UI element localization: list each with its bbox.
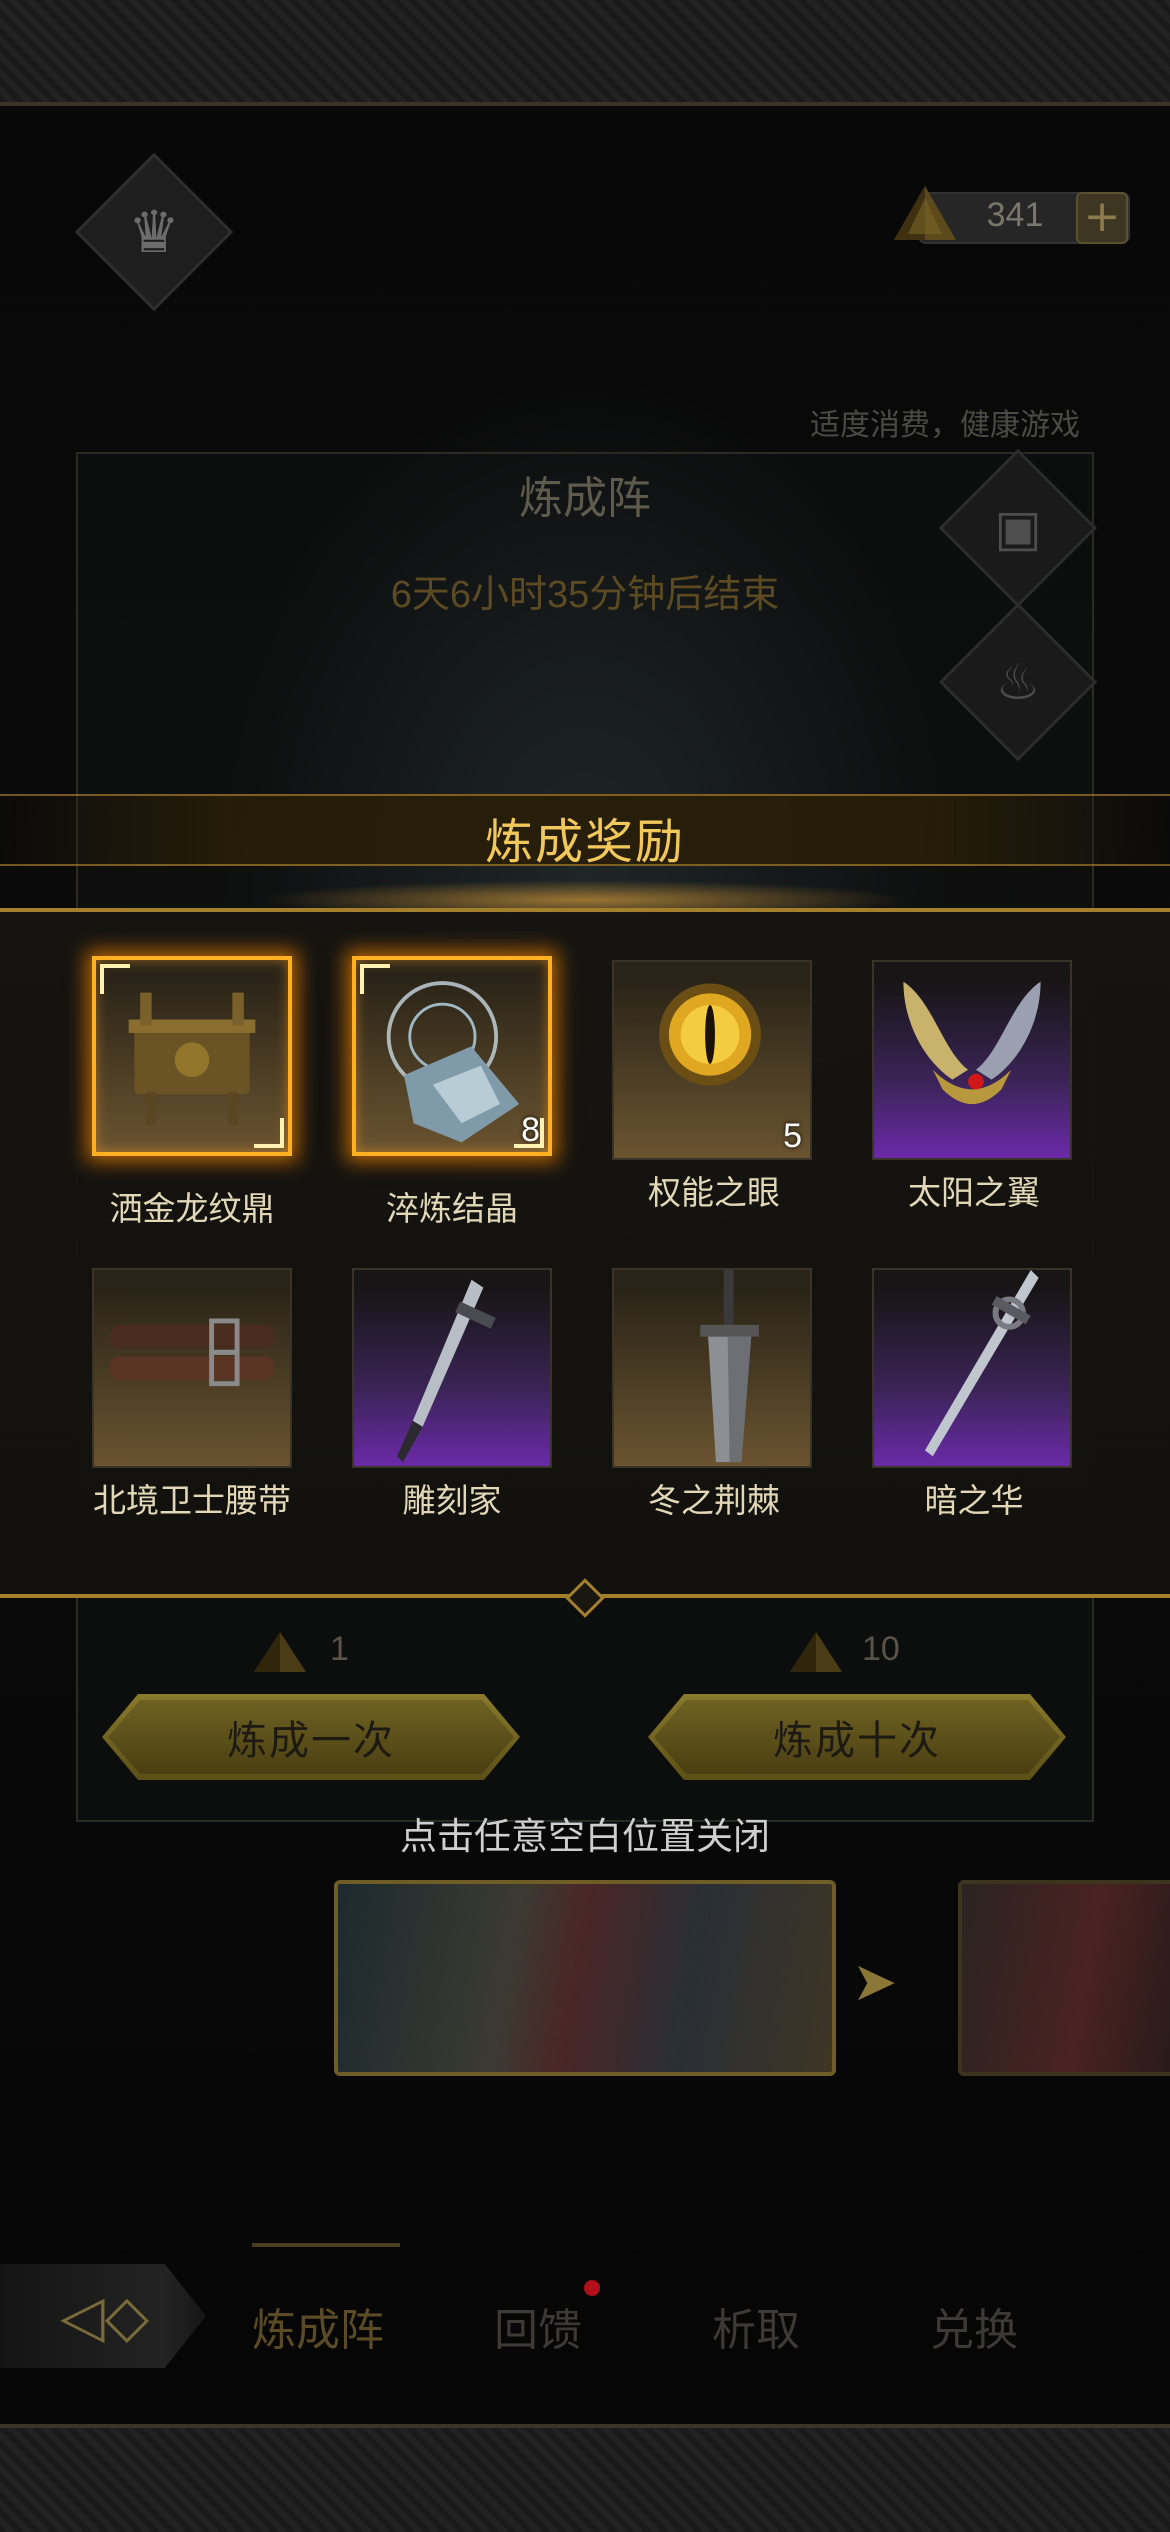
event-banner[interactable] xyxy=(334,1880,836,2076)
refine-ten-button[interactable]: 炼成十次 xyxy=(648,1694,1066,1780)
reward-item-name: 暗之华 xyxy=(924,1482,1024,1519)
golden-eye-icon xyxy=(659,983,761,1086)
reward-item[interactable] xyxy=(352,1268,552,1468)
reward-item[interactable] xyxy=(92,1268,292,1468)
pyramid-crystal-icon xyxy=(254,1632,306,1672)
refine-ten-label: 炼成十次 xyxy=(773,1719,941,1763)
reward-item-name: 太阳之翼 xyxy=(908,1174,1040,1211)
ice-crystal-icon xyxy=(386,981,520,1143)
bronze-cauldron-icon xyxy=(128,992,256,1126)
reward-item-name: 雕刻家 xyxy=(402,1482,502,1519)
tab-feedback[interactable]: 回馈 xyxy=(494,2294,582,2358)
reward-item[interactable] xyxy=(612,1268,812,1468)
notification-badge xyxy=(584,2280,600,2296)
bottom-frame-bar xyxy=(0,2424,1170,2532)
health-note: 适度消费，健康游戏 xyxy=(810,409,1080,442)
modal-title: 炼成奖励 xyxy=(484,816,685,869)
dagger-icon xyxy=(397,1279,496,1463)
refine-once-button[interactable]: 炼成一次 xyxy=(102,1694,520,1780)
reward-item-name: 冬之荆棘 xyxy=(648,1482,780,1519)
carousel-next-icon[interactable]: ➤ xyxy=(852,1950,897,2013)
winged-helmet-icon xyxy=(903,981,1041,1105)
reward-item-name: 淬炼结晶 xyxy=(386,1190,518,1227)
top-frame-bar xyxy=(0,0,1170,106)
leather-belt-icon xyxy=(109,1318,275,1387)
add-currency-button[interactable]: + xyxy=(1076,192,1128,244)
currency-value: 341 xyxy=(986,196,1044,234)
cauldron-icon: ♨ xyxy=(995,653,1041,711)
refine-once-label: 炼成一次 xyxy=(227,1719,395,1763)
pyramid-crystal-icon xyxy=(790,1632,842,1672)
close-hint[interactable]: 点击任意空白位置关闭 xyxy=(0,1806,1170,1860)
crown-icon: ♛ xyxy=(128,198,180,266)
reward-item-name: 洒金龙纹鼎 xyxy=(109,1190,275,1227)
tab-extract[interactable]: 析取 xyxy=(712,2294,800,2358)
greatsword-icon xyxy=(700,1270,760,1463)
tab-alchemy[interactable]: 炼成阵 xyxy=(252,2294,384,2358)
back-arrow-icon: ◁◇ xyxy=(60,2282,150,2350)
active-tab-indicator xyxy=(252,2243,400,2247)
reward-item[interactable]: 5 xyxy=(612,960,812,1160)
tab-exchange[interactable]: 兑换 xyxy=(930,2294,1018,2358)
reward-item[interactable] xyxy=(872,1268,1072,1468)
cost-once: 1 xyxy=(330,1630,349,1668)
rapier-icon xyxy=(924,1270,1039,1457)
pyramid-crystal-icon xyxy=(894,186,956,240)
reward-item-name: 权能之眼 xyxy=(648,1174,780,1211)
back-button[interactable]: ◁◇ xyxy=(0,2264,206,2368)
reward-item-name: 北境卫士腰带 xyxy=(93,1482,291,1519)
event-banner-next[interactable] xyxy=(958,1880,1170,2076)
chest-icon: ▣ xyxy=(994,499,1042,557)
item-count: 8 xyxy=(521,1111,540,1149)
reward-item[interactable] xyxy=(92,956,292,1156)
reward-item[interactable] xyxy=(872,960,1072,1160)
cost-ten: 10 xyxy=(862,1630,900,1668)
reward-item[interactable]: 8 xyxy=(352,956,552,1156)
item-count: 5 xyxy=(783,1117,802,1155)
